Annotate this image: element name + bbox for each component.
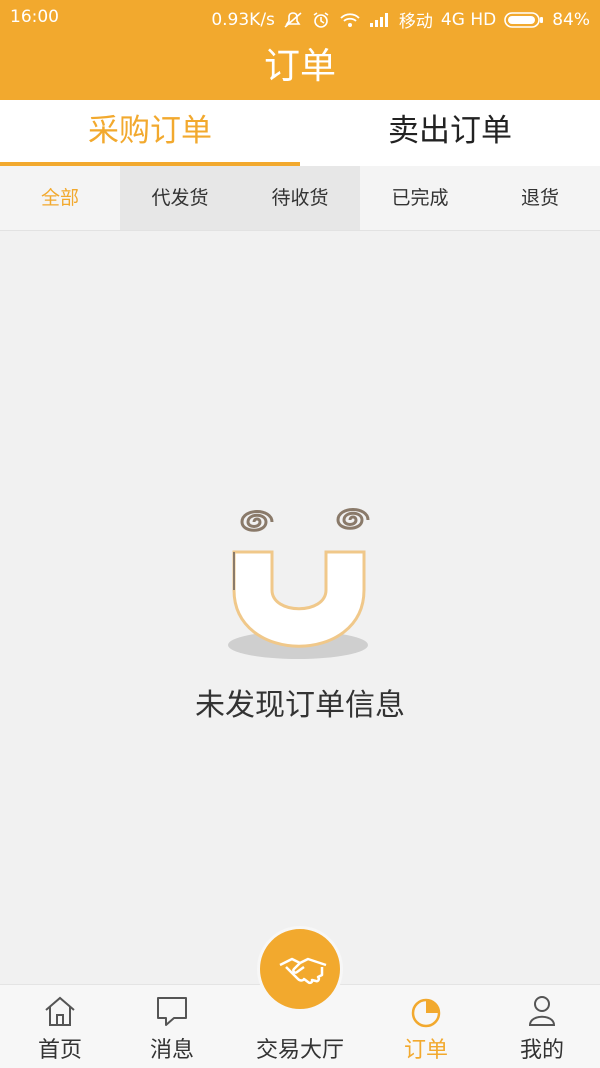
nav-trading-hall-label: 交易大厅: [255, 1038, 344, 1063]
status-network: 4G HD: [440, 9, 497, 30]
wifi-icon: [339, 11, 361, 29]
filter-to-receive[interactable]: 待收货: [240, 166, 360, 230]
status-speed: 0.93K/s: [211, 9, 275, 30]
filter-completed[interactable]: 已完成: [360, 166, 480, 230]
nav-messages-label: 消息: [149, 1038, 194, 1063]
status-carrier: 移动: [398, 12, 433, 32]
empty-state-illustration: [220, 490, 380, 670]
user-icon: [524, 993, 560, 1029]
pie-chart-icon: [408, 993, 444, 1029]
mute-icon: [283, 11, 303, 29]
filter-to-ship[interactable]: 代发货: [120, 166, 240, 230]
tab-sale-orders[interactable]: 卖出订单: [300, 100, 600, 166]
alarm-icon: [311, 11, 331, 29]
nav-me[interactable]: 我的: [482, 985, 600, 1068]
nav-home-label: 首页: [37, 1038, 82, 1063]
nav-home[interactable]: 首页: [0, 985, 120, 1068]
status-bar: 16:00 0.93K/s 移动 4G HD 84%: [0, 0, 600, 34]
status-right: 0.93K/s 移动 4G HD 84%: [211, 7, 590, 33]
nav-me-label: 我的: [519, 1038, 564, 1063]
tab-purchase-orders[interactable]: 采购订单: [0, 100, 300, 166]
nav-messages[interactable]: 消息: [112, 985, 232, 1068]
nav-orders[interactable]: 订单: [366, 985, 486, 1068]
signal-icon: [369, 12, 391, 28]
order-tabs: 采购订单 卖出订单: [0, 100, 600, 166]
battery-icon: [504, 11, 544, 29]
home-icon: [42, 993, 78, 1029]
handshake-icon: [279, 957, 327, 985]
filter-returns[interactable]: 退货: [480, 166, 600, 230]
message-icon: [154, 993, 190, 1029]
trading-hall-button[interactable]: [257, 926, 343, 1012]
status-filter-tabs: 全部 代发货 待收货 已完成 退货: [0, 166, 600, 231]
status-battery: 84%: [552, 9, 590, 30]
empty-state-message: 未发现订单信息: [195, 688, 405, 723]
status-time: 16:00: [10, 7, 59, 27]
page-title: 订单: [0, 34, 600, 100]
filter-all[interactable]: 全部: [0, 166, 120, 230]
nav-orders-label: 订单: [403, 1038, 448, 1063]
